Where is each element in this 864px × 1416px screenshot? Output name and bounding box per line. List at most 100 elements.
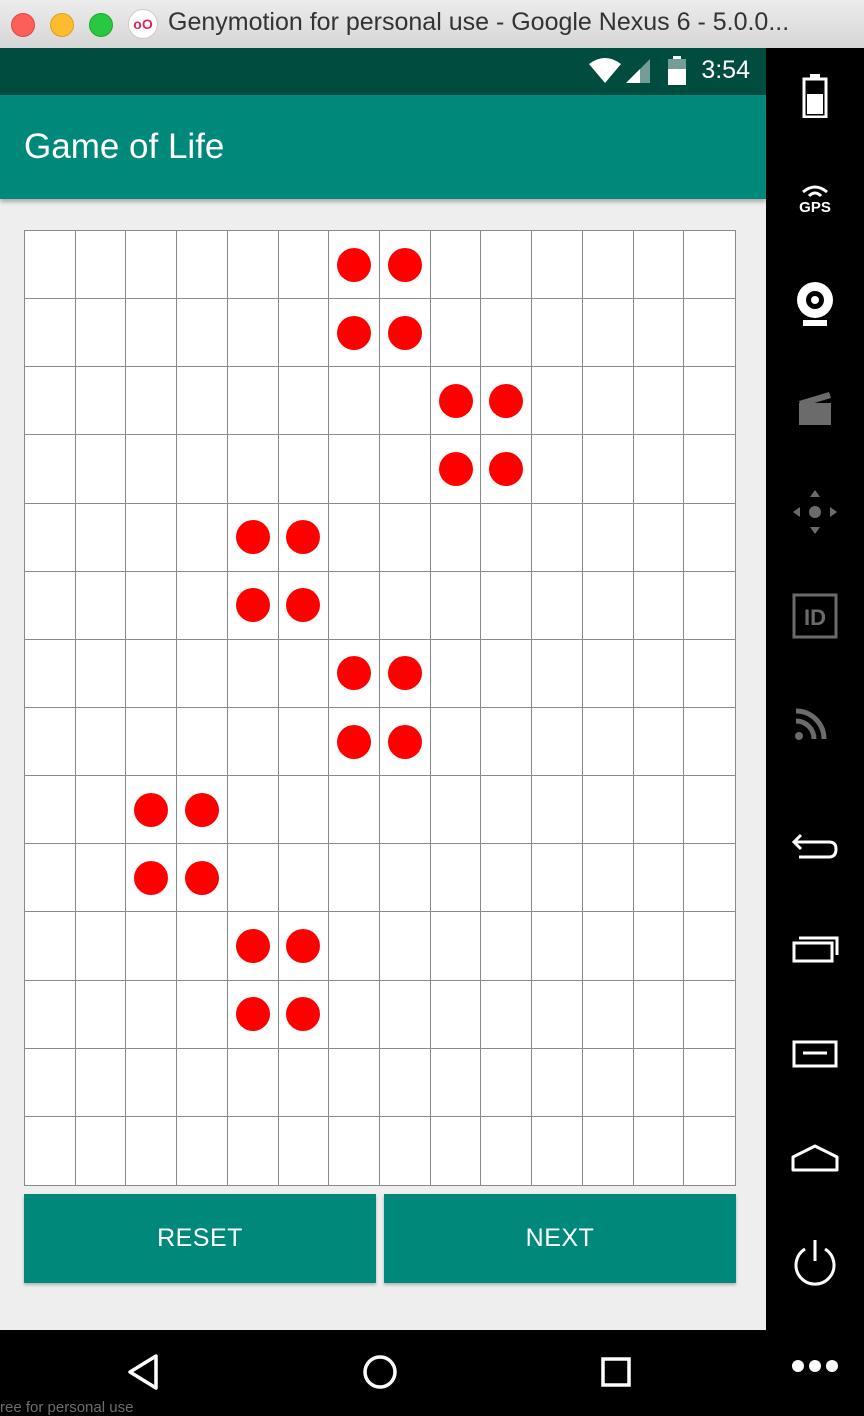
grid-cell[interactable] (684, 640, 735, 708)
grid-cell[interactable] (684, 981, 735, 1049)
grid-cell[interactable] (684, 844, 735, 913)
grid-cell[interactable] (633, 912, 685, 981)
grid-cell[interactable] (633, 571, 685, 640)
grid-cell[interactable] (582, 435, 634, 504)
grid-cell[interactable] (227, 435, 279, 504)
grid-cell[interactable] (582, 776, 634, 845)
grid-cell[interactable] (126, 299, 178, 368)
grid-cell[interactable] (329, 299, 380, 368)
grid-cell[interactable] (532, 367, 583, 436)
grid-cell[interactable] (126, 844, 178, 913)
grid-cell[interactable] (380, 1048, 431, 1117)
grid-cell[interactable] (25, 980, 76, 1049)
home-icon[interactable] (785, 1128, 845, 1188)
grid-cell[interactable] (633, 503, 685, 572)
grid-cell[interactable] (532, 435, 583, 504)
grid-cell[interactable] (75, 912, 127, 981)
grid-cell[interactable] (329, 776, 380, 845)
grid-cell[interactable] (481, 1048, 533, 1117)
grid-cell[interactable] (582, 367, 634, 436)
grid-cell[interactable] (532, 1116, 583, 1185)
grid-cell[interactable] (25, 1116, 76, 1185)
grid-cell[interactable] (532, 912, 583, 981)
grid-cell[interactable] (481, 776, 533, 845)
grid-cell[interactable] (278, 639, 330, 708)
grid-cell[interactable] (177, 1116, 228, 1185)
grid-cell[interactable] (633, 708, 685, 777)
grid-cell[interactable] (633, 844, 685, 913)
grid-cell[interactable] (532, 299, 583, 368)
grid-cell[interactable] (380, 299, 431, 368)
grid-cell[interactable] (126, 231, 178, 300)
nav-recent-apps-icon[interactable] (592, 1348, 640, 1396)
back-icon[interactable] (785, 816, 845, 876)
grid-cell[interactable] (25, 1048, 76, 1117)
power-icon[interactable] (785, 1232, 845, 1292)
grid-cell[interactable] (228, 1116, 279, 1185)
grid-cell[interactable] (430, 1048, 482, 1117)
grid-cell[interactable] (582, 639, 634, 708)
grid-cell[interactable] (75, 367, 127, 436)
grid-cell[interactable] (481, 980, 533, 1049)
grid-cell[interactable] (126, 435, 178, 504)
grid-cell[interactable] (532, 776, 583, 845)
grid-cell[interactable] (380, 1116, 431, 1185)
grid-cell[interactable] (481, 708, 533, 777)
grid-cell[interactable] (380, 435, 431, 504)
grid-cell[interactable] (75, 708, 127, 777)
grid-cell[interactable] (278, 912, 330, 981)
grid-cell[interactable] (75, 844, 127, 913)
webcam-icon[interactable] (785, 274, 845, 334)
grid-cell[interactable] (126, 1048, 178, 1117)
grid-cell[interactable] (177, 639, 228, 708)
grid-cell[interactable] (25, 912, 76, 981)
dpad-icon[interactable] (785, 482, 845, 542)
grid-cell[interactable] (177, 912, 228, 981)
grid-cell[interactable] (278, 503, 330, 572)
grid-cell[interactable] (25, 299, 76, 368)
grid-cell[interactable] (582, 231, 634, 300)
grid-cell[interactable] (126, 503, 178, 572)
grid-cell[interactable] (25, 639, 76, 708)
grid-cell[interactable] (481, 1116, 533, 1185)
grid-cell[interactable] (430, 912, 482, 981)
next-button[interactable]: NEXT (384, 1194, 736, 1283)
grid-cell[interactable] (25, 571, 76, 640)
grid-cell[interactable] (278, 231, 330, 300)
grid-cell[interactable] (380, 980, 431, 1049)
grid-cell[interactable] (481, 639, 533, 708)
grid-cell[interactable] (177, 503, 228, 572)
grid-cell[interactable] (582, 708, 634, 777)
grid-cell[interactable] (75, 776, 127, 845)
grid-cell[interactable] (583, 1116, 634, 1185)
grid-cell[interactable] (25, 844, 76, 913)
grid-cell[interactable] (227, 503, 279, 572)
grid-cell[interactable] (177, 844, 228, 913)
grid-cell[interactable] (126, 912, 178, 981)
minimize-window-button[interactable] (50, 13, 74, 37)
grid-cell[interactable] (227, 1048, 279, 1117)
grid-cell[interactable] (25, 435, 76, 504)
grid-cell[interactable] (380, 367, 431, 436)
grid-cell[interactable] (126, 776, 178, 845)
grid-cell[interactable] (177, 571, 228, 640)
cast-icon[interactable] (785, 690, 845, 750)
grid-cell[interactable] (126, 1116, 178, 1185)
grid-cell[interactable] (430, 367, 482, 436)
zoom-window-button[interactable] (89, 13, 113, 37)
grid-cell[interactable] (430, 231, 482, 300)
gps-icon[interactable]: GPS (785, 170, 845, 230)
grid-cell[interactable] (430, 299, 482, 368)
grid-cell[interactable] (633, 299, 685, 368)
grid-cell[interactable] (481, 231, 533, 300)
grid-cell[interactable] (227, 708, 279, 777)
battery-icon[interactable] (785, 66, 845, 126)
grid-cell[interactable] (177, 231, 228, 300)
grid-cell[interactable] (633, 980, 685, 1049)
grid-cell[interactable] (633, 435, 685, 504)
grid-cell[interactable] (582, 571, 634, 640)
grid-cell[interactable] (430, 708, 482, 777)
grid-cell[interactable] (633, 1048, 685, 1117)
grid-cell[interactable] (25, 367, 76, 436)
grid-cell[interactable] (279, 1116, 330, 1185)
